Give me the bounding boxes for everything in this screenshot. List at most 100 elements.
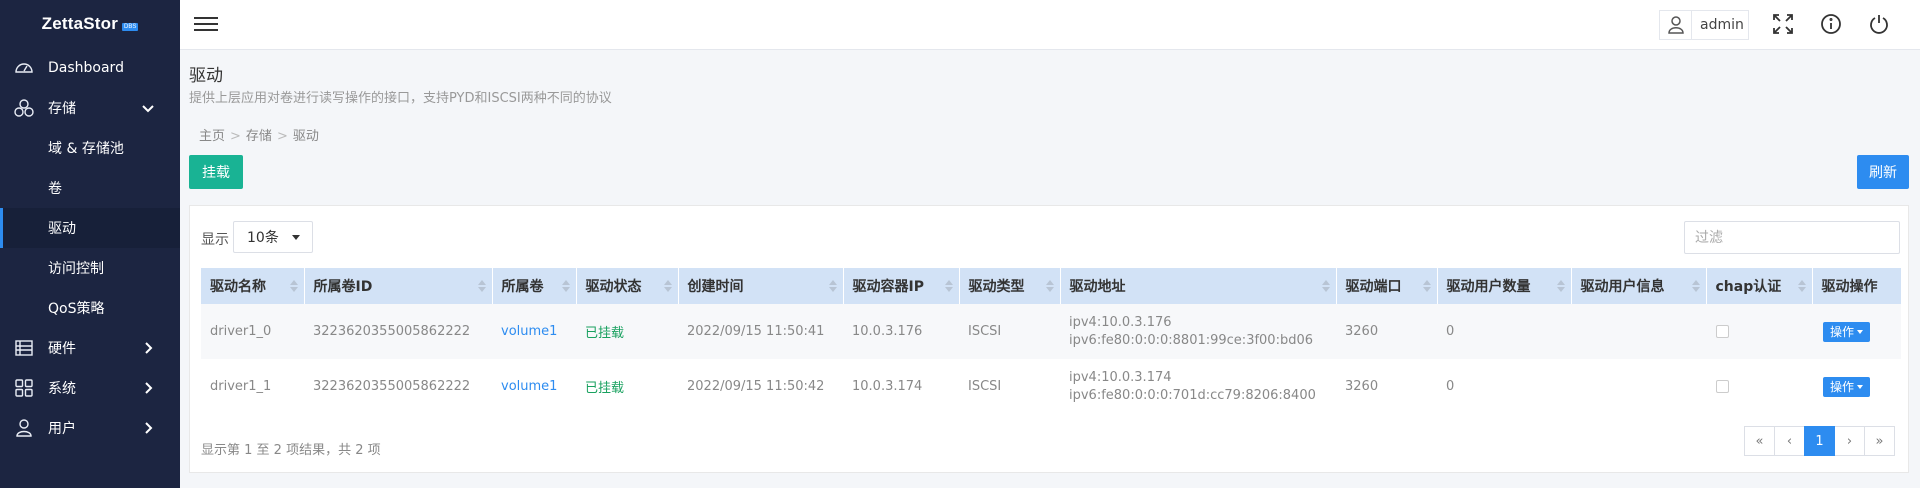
address-ipv6: ipv6:fe80:0:0:0:8801:99ce:3f00:bd06 [1069, 332, 1314, 348]
grid-icon [14, 378, 34, 398]
breadcrumb-home[interactable]: 主页 [199, 129, 225, 144]
sidebar-item-hardware[interactable]: 硬件 [0, 328, 180, 368]
sort-icon [1797, 280, 1806, 294]
created-cell: 2022/09/15 11:50:42 [678, 359, 843, 414]
user-info-cell [1571, 304, 1706, 359]
column-header[interactable]: 驱动状态 [576, 268, 679, 304]
sort-icon [289, 280, 298, 294]
column-header[interactable]: 所属卷ID [304, 268, 493, 304]
breadcrumb-current: 驱动 [292, 129, 319, 144]
menu-toggle-icon[interactable] [194, 13, 218, 35]
sidebar-item-label: 驱动 [48, 221, 76, 237]
pagination: « ‹ 1 › » [1744, 426, 1895, 456]
page-1-button[interactable]: 1 [1804, 426, 1835, 456]
column-header[interactable]: 驱动容器IP [843, 268, 960, 304]
user-menu[interactable]: admin [1659, 10, 1749, 40]
sort-icon [944, 280, 953, 294]
sidebar-item-label: 用户 [48, 421, 76, 437]
table-row: driver1_1 3223620355005862222 volume1 已挂… [201, 359, 1901, 414]
sidebar-item-label: Dashboard [48, 60, 124, 76]
operation-cell: 操作 [1812, 304, 1901, 359]
sidebar-subitem-domain-pool[interactable]: 域 & 存储池 [0, 128, 180, 168]
driver-address-cell: ipv4:10.0.3.176 ipv6:fe80:0:0:0:8801:99c… [1060, 304, 1336, 359]
operation-dropdown-button[interactable]: 操作 [1823, 376, 1870, 397]
driver-name-cell: driver1_1 [201, 359, 304, 414]
sort-icon [1045, 280, 1054, 294]
sidebar-item-label: 域 & 存储池 [48, 141, 124, 157]
brand-logo[interactable]: ZettaStor DBS [0, 0, 180, 48]
mount-button[interactable]: 挂载 [189, 155, 243, 189]
user-count-cell: 0 [1437, 359, 1571, 414]
created-cell: 2022/09/15 11:50:41 [678, 304, 843, 359]
storage-cluster-icon [14, 98, 34, 118]
sidebar-item-users[interactable]: 用户 [0, 408, 180, 448]
sidebar-item-label: QoS策略 [48, 301, 105, 317]
column-header[interactable]: 所属卷 [492, 268, 577, 304]
port-cell: 3260 [1336, 359, 1437, 414]
chevron-right-icon [140, 380, 156, 396]
page-size-select[interactable]: 10条 [233, 221, 313, 253]
caret-down-icon [292, 235, 300, 240]
page-size-value: 10条 [247, 230, 279, 246]
fullscreen-icon[interactable] [1772, 13, 1794, 35]
user-count-cell: 0 [1437, 304, 1571, 359]
driver-address-cell: ipv4:10.0.3.174 ipv6:fe80:0:0:0:701d:cc7… [1060, 359, 1336, 414]
column-header[interactable]: 驱动名称 [201, 268, 305, 304]
volume-link[interactable]: volume1 [501, 379, 557, 394]
sidebar: ZettaStor DBS Dashboard 存储 域 & 存储池 卷 驱动 … [0, 0, 180, 488]
table-header-row: 驱动名称 所属卷ID 所属卷 驱动状态 创建时间 驱动容器IP 驱动类型 驱动地… [201, 268, 1902, 304]
sidebar-item-system[interactable]: 系统 [0, 368, 180, 408]
top-bar: admin [180, 0, 1920, 50]
user-info-cell [1571, 359, 1706, 414]
caret-down-icon [1857, 384, 1863, 389]
page-size-label: 显示 [201, 232, 229, 248]
power-icon[interactable] [1868, 13, 1890, 35]
prev-page-button[interactable]: ‹ [1774, 426, 1805, 456]
breadcrumb-storage[interactable]: 存储 [246, 129, 272, 144]
user-icon [1660, 11, 1692, 39]
filter-input[interactable] [1684, 221, 1900, 254]
next-page-button[interactable]: › [1834, 426, 1865, 456]
driver-table: 驱动名称 所属卷ID 所属卷 驱动状态 创建时间 驱动容器IP 驱动类型 驱动地… [201, 268, 1902, 414]
first-page-button[interactable]: « [1744, 426, 1775, 456]
sidebar-item-storage[interactable]: 存储 [0, 88, 180, 128]
port-cell: 3260 [1336, 304, 1437, 359]
column-header[interactable]: 驱动端口 [1336, 268, 1438, 304]
sort-icon [828, 280, 837, 294]
driver-name-cell: driver1_0 [201, 304, 304, 359]
caret-down-icon [1857, 329, 1863, 334]
column-header[interactable]: 创建时间 [678, 268, 844, 304]
chap-checkbox[interactable] [1716, 325, 1729, 338]
table-row: driver1_0 3223620355005862222 volume1 已挂… [201, 304, 1901, 359]
status-cell: 已挂载 [576, 359, 678, 414]
page-title: 驱动 [189, 66, 223, 86]
volume-link[interactable]: volume1 [501, 324, 557, 339]
chevron-right-icon [140, 340, 156, 356]
brand-name: ZettaStor [41, 14, 119, 33]
column-header[interactable]: 驱动用户信息 [1571, 268, 1707, 304]
sidebar-subitem-driver[interactable]: 驱动 [0, 208, 180, 248]
last-page-button[interactable]: » [1864, 426, 1895, 456]
sort-icon [1422, 280, 1431, 294]
chevron-down-icon [140, 100, 156, 116]
sidebar-subitem-qos[interactable]: QoS策略 [0, 288, 180, 328]
chap-cell [1706, 304, 1812, 359]
sort-icon [561, 280, 570, 294]
sidebar-item-label: 访问控制 [48, 261, 104, 277]
gauge-icon [14, 58, 34, 78]
user-icon [14, 418, 34, 438]
column-header[interactable]: 驱动用户数量 [1437, 268, 1572, 304]
info-icon[interactable] [1820, 13, 1842, 35]
chap-checkbox[interactable] [1716, 380, 1729, 393]
column-header[interactable]: chap认证 [1706, 268, 1813, 304]
refresh-button[interactable]: 刷新 [1857, 155, 1909, 189]
sidebar-subitem-access-control[interactable]: 访问控制 [0, 248, 180, 288]
operation-dropdown-button[interactable]: 操作 [1823, 321, 1870, 342]
sidebar-subitem-volume[interactable]: 卷 [0, 168, 180, 208]
sidebar-item-label: 存储 [48, 101, 76, 117]
sidebar-item-dashboard[interactable]: Dashboard [0, 48, 180, 88]
column-header[interactable]: 驱动地址 [1060, 268, 1337, 304]
status-badge: 已挂载 [585, 326, 625, 341]
column-header[interactable]: 驱动类型 [959, 268, 1061, 304]
sort-icon [477, 280, 486, 294]
